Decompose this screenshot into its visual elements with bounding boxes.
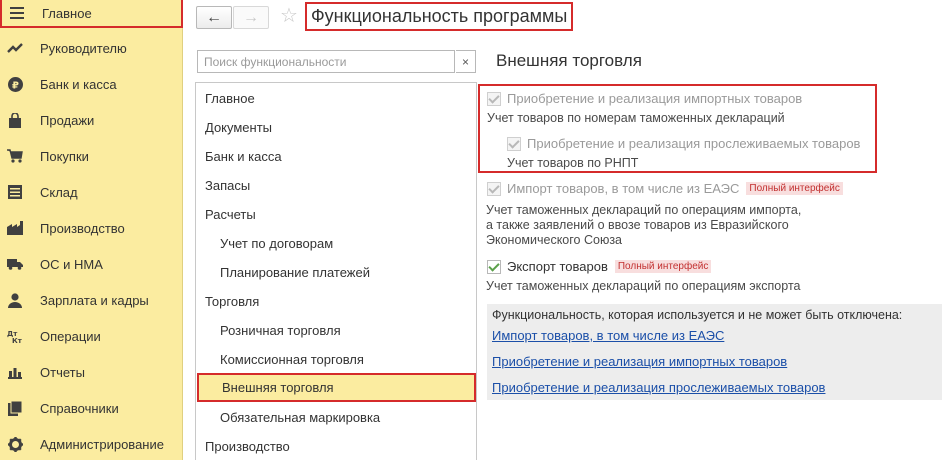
check-icon <box>488 91 500 104</box>
sidebar-item-label: ОС и НМА <box>40 256 103 272</box>
option-description: Учет товаров по номерам таможенных декла… <box>487 111 785 125</box>
check-icon <box>488 181 500 194</box>
section-item-contracts[interactable]: Учет по договорам <box>220 229 333 258</box>
section-item-settlements[interactable]: Расчеты <box>205 200 256 229</box>
export-goods-checkbox[interactable] <box>487 259 501 274</box>
sidebar-item-bank[interactable]: ₽ Банк и касса <box>0 66 183 102</box>
sidebar-item-admin[interactable]: Администрирование <box>0 426 183 460</box>
sidebar-item-label: Производство <box>40 220 125 236</box>
import-goods-checkbox[interactable] <box>487 91 501 106</box>
back-button[interactable]: ← <box>196 6 232 29</box>
import-eaeu-checkbox[interactable] <box>487 181 501 196</box>
forward-button[interactable]: → <box>233 6 269 29</box>
bar-chart-icon <box>7 364 23 380</box>
ruble-icon: ₽ <box>7 76 23 92</box>
section-item-stocks[interactable]: Запасы <box>205 171 250 200</box>
sidebar-item-label: Склад <box>40 184 78 200</box>
star-icon[interactable]: ☆ <box>280 4 298 28</box>
sidebar-item-manager[interactable]: Руководителю <box>0 30 183 66</box>
section-item-main[interactable]: Главное <box>205 84 255 113</box>
check-icon <box>488 259 500 272</box>
sidebar-item-label: Главное <box>42 5 92 21</box>
page-title: Функциональность программы <box>305 2 574 31</box>
cart-icon <box>7 148 23 164</box>
sidebar-item-label: Зарплата и кадры <box>40 292 149 308</box>
sidebar-item-label: Банк и касса <box>40 76 117 92</box>
sidebar-item-label: Отчеты <box>40 364 85 380</box>
full-interface-badge: Полный интерфейс <box>746 182 843 195</box>
section-heading: Внешняя торговля <box>496 51 642 70</box>
option-description: Учет таможенных деклараций по операциям … <box>486 203 801 248</box>
link-import-eaeu[interactable]: Импорт товаров, в том числе из ЕАЭС <box>492 328 724 343</box>
sidebar-item-purchases[interactable]: Покупки <box>0 138 183 174</box>
option-description: Учет товаров по РНПТ <box>507 156 639 170</box>
description-line: Учет таможенных деклараций по операциям … <box>486 203 802 217</box>
option-label: Приобретение и реализация импортных това… <box>507 91 803 106</box>
full-interface-badge: Полный интерфейс <box>614 260 712 273</box>
books-icon <box>7 400 23 416</box>
bag-icon <box>7 112 23 128</box>
person-icon <box>7 292 23 308</box>
svg-text:₽: ₽ <box>12 80 19 91</box>
sidebar-item-sales[interactable]: Продажи <box>0 102 183 138</box>
sidebar-item-label: Справочники <box>40 400 119 416</box>
sidebar-item-label: Руководителю <box>40 40 127 56</box>
sidebar-item-warehouse[interactable]: Склад <box>0 174 183 210</box>
search-input[interactable] <box>198 51 454 72</box>
option-export-goods: Экспорт товаров Полный интерфейс <box>487 259 712 274</box>
gear-icon <box>7 436 23 452</box>
sidebar-item-label: Покупки <box>40 148 89 164</box>
sidebar-item-label: Продажи <box>40 112 95 128</box>
section-item-documents[interactable]: Документы <box>205 113 272 142</box>
factory-icon <box>7 220 23 236</box>
truck-icon <box>7 256 23 272</box>
option-description: Учет таможенных деклараций по операциям … <box>486 279 801 293</box>
link-traceable-goods[interactable]: Приобретение и реализация прослеживаемых… <box>492 380 825 395</box>
link-import-goods[interactable]: Приобретение и реализация импортных това… <box>492 354 787 369</box>
clear-search-button[interactable]: × <box>456 50 476 73</box>
svg-text:Кт: Кт <box>12 337 23 343</box>
close-icon: × <box>461 54 469 69</box>
option-import-goods: Приобретение и реализация импортных това… <box>487 91 802 106</box>
warehouse-icon <box>7 184 23 200</box>
search-box <box>197 50 455 73</box>
sidebar-item-salary[interactable]: Зарплата и кадры <box>0 282 183 318</box>
option-label: Импорт товаров, в том числе из ЕАЭС <box>507 181 740 196</box>
section-item-commission[interactable]: Комиссионная торговля <box>220 345 364 374</box>
traceable-goods-checkbox[interactable] <box>507 136 521 151</box>
check-icon <box>508 136 520 149</box>
section-item-production[interactable]: Производство <box>205 432 290 460</box>
menu-icon <box>9 5 25 21</box>
sidebar-item-assets[interactable]: ОС и НМА <box>0 246 183 282</box>
sidebar-item-label: Администрирование <box>40 436 164 452</box>
info-text: Функциональность, которая используется и… <box>492 308 903 322</box>
mandatory-features-panel: Функциональность, которая используется и… <box>487 304 942 400</box>
description-line: а также заявлений о ввозе товаров из Евр… <box>486 218 789 232</box>
dt-kt-icon: Дт Кт <box>7 328 23 344</box>
option-traceable-goods: Приобретение и реализация прослеживаемых… <box>507 136 860 151</box>
option-label: Приобретение и реализация прослеживаемых… <box>527 136 861 151</box>
trend-icon <box>7 40 23 56</box>
section-item-marking[interactable]: Обязательная маркировка <box>220 403 380 432</box>
section-list: Главное Документы Банк и касса Запасы Ра… <box>195 82 477 460</box>
option-label: Экспорт товаров <box>507 259 608 274</box>
section-item-retail[interactable]: Розничная торговля <box>220 316 341 345</box>
sidebar-item-main[interactable]: Главное <box>0 0 183 28</box>
sidebar: Главное Руководителю ₽ Банк и касса Прод… <box>0 0 183 460</box>
sidebar-item-operations[interactable]: Дт Кт Операции <box>0 318 183 354</box>
section-item-payment-planning[interactable]: Планирование платежей <box>220 258 370 287</box>
sidebar-item-catalogs[interactable]: Справочники <box>0 390 183 426</box>
arrow-left-icon: ← <box>206 8 222 26</box>
arrow-right-icon: → <box>243 8 259 26</box>
section-item-bank[interactable]: Банк и касса <box>205 142 282 171</box>
section-item-foreign-trade[interactable]: Внешняя торговля <box>197 373 476 402</box>
sidebar-item-reports[interactable]: Отчеты <box>0 354 183 390</box>
sidebar-item-label: Операции <box>40 328 101 344</box>
section-item-trade[interactable]: Торговля <box>205 287 259 316</box>
sidebar-item-production[interactable]: Производство <box>0 210 183 246</box>
description-line: Экономического Союза <box>486 233 622 247</box>
option-import-eaeu: Импорт товаров, в том числе из ЕАЭС Полн… <box>487 181 843 196</box>
